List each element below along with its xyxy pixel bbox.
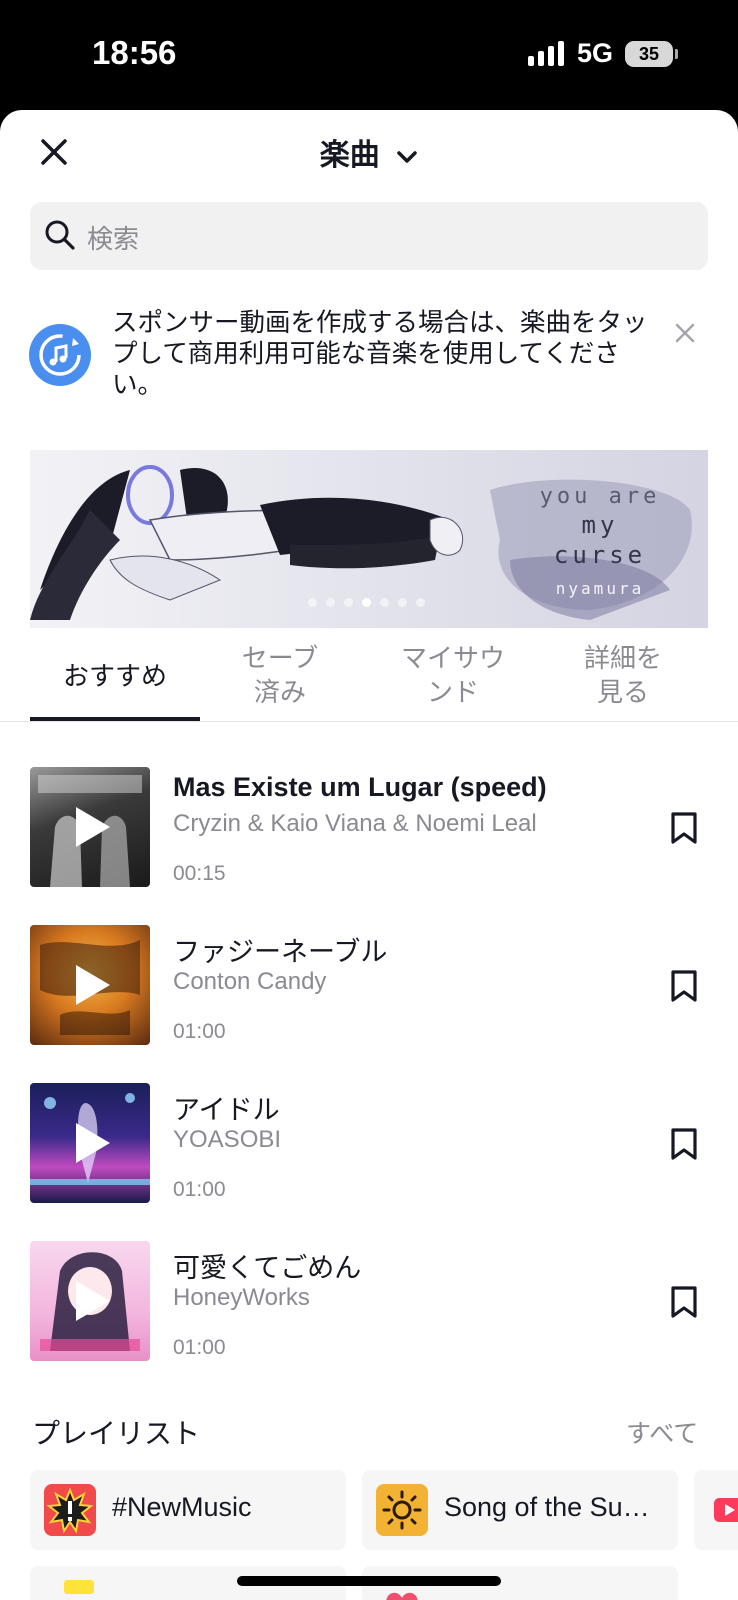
bookmark-icon[interactable] [670, 1285, 698, 1319]
play-icon[interactable] [72, 805, 112, 849]
track-cover[interactable] [30, 767, 150, 887]
signal-strength-icon [528, 40, 564, 66]
tab-my-sounds[interactable]: マイサウ ンド [397, 642, 509, 710]
track-row[interactable]: Mas Existe um Lugar (speed) Cryzin & Kai… [0, 767, 738, 889]
carousel-dot[interactable] [362, 598, 371, 607]
playlists-heading: プレイリスト [32, 1417, 201, 1450]
burst-icon [44, 1484, 96, 1536]
dismiss-notice-icon[interactable] [674, 322, 696, 344]
playlist-card-partial[interactable] [694, 1470, 738, 1550]
track-artist: YOASOBI [173, 1126, 282, 1153]
tab-recommended[interactable]: おすすめ [30, 660, 200, 694]
carousel-indicator [308, 598, 425, 607]
banner-line-3: curse [553, 541, 647, 569]
track-cover[interactable] [30, 925, 150, 1045]
banner-line-2: my [581, 511, 619, 539]
playlist-card[interactable]: Song of the Su… [362, 1470, 678, 1550]
track-duration: 00:15 [173, 862, 226, 885]
tab-active-indicator [30, 717, 200, 721]
battery-tip [675, 49, 678, 59]
playlist-card[interactable]: #NewMusic [30, 1470, 346, 1550]
home-indicator[interactable] [237, 1576, 501, 1586]
play-icon[interactable] [72, 1279, 112, 1323]
network-type: 5G [577, 38, 614, 68]
play-icon[interactable] [72, 1121, 112, 1165]
battery-icon: 35 [625, 41, 673, 67]
new-badge-icon [44, 1580, 96, 1600]
sun-icon [376, 1484, 428, 1536]
carousel-dot[interactable] [398, 598, 407, 607]
carousel-dot[interactable] [326, 598, 335, 607]
track-title: 可愛くてごめん [173, 1253, 362, 1283]
tab-bar: おすすめ セーブ 済み マイサウ ンド 詳細を 見る [0, 638, 738, 722]
track-cover[interactable] [30, 1241, 150, 1361]
bookmark-icon[interactable] [670, 1127, 698, 1161]
bookmark-icon[interactable] [670, 811, 698, 845]
tab-discover[interactable]: 詳細を 見る [576, 642, 670, 710]
chevron-down-icon [397, 150, 417, 163]
search-icon [45, 220, 75, 250]
track-artist: HoneyWorks [173, 1284, 310, 1311]
track-row[interactable]: アイドル YOASOBI 01:00 [0, 1083, 738, 1205]
playlist-title: #NewMusic [112, 1492, 252, 1522]
playlists-see-all[interactable]: すべて [626, 1414, 698, 1450]
carousel-dot[interactable] [416, 598, 425, 607]
carousel-dot[interactable] [308, 598, 317, 607]
playlist-title: Song of the Su… [444, 1492, 650, 1522]
track-row[interactable]: ファジーネーブル Conton Candy 01:00 [0, 925, 738, 1047]
track-title: アイドル [173, 1095, 280, 1125]
search-input[interactable]: 検索 [30, 202, 708, 270]
tab-saved[interactable]: セーブ 済み [232, 642, 328, 710]
partial-playlist-icon [708, 1484, 738, 1536]
track-duration: 01:00 [173, 1178, 226, 1201]
track-artist: Conton Candy [173, 968, 327, 995]
banner-title: you are my curse nyamura [500, 484, 700, 598]
track-cover[interactable] [30, 1083, 150, 1203]
status-time: 18:56 [92, 34, 177, 71]
banner-line-1: you are [539, 484, 661, 509]
page-title: 楽曲 [319, 138, 380, 173]
bookmark-icon[interactable] [670, 969, 698, 1003]
search-placeholder: 検索 [87, 225, 140, 255]
play-icon[interactable] [72, 963, 112, 1007]
track-duration: 01:00 [173, 1336, 226, 1359]
commercial-music-icon [29, 324, 91, 386]
commercial-music-notice: スポンサー動画を作成する場合は、楽曲をタップして商用利用可能な音楽を使用してくだ… [112, 308, 648, 400]
music-sheet: 楽曲 検索 スポンサー動画を作成する場合は、楽曲をタップして商用利用可能な音楽を… [0, 110, 738, 1600]
track-title: Mas Existe um Lugar (speed) [173, 772, 547, 802]
track-row[interactable]: 可愛くてごめん HoneyWorks 01:00 [0, 1241, 738, 1363]
track-duration: 01:00 [173, 1020, 226, 1043]
carousel-dot[interactable] [344, 598, 353, 607]
battery-level: 35 [638, 44, 660, 64]
music-category-dropdown[interactable]: 楽曲 [0, 130, 738, 174]
track-title: ファジーネーブル [173, 937, 388, 967]
banner-credit: nyamura [555, 579, 645, 598]
featured-banner[interactable]: you are my curse nyamura [30, 450, 708, 628]
track-artist: Cryzin & Kaio Viana & Noemi Leal [173, 810, 537, 837]
status-bar: 18:56 5G 35 [0, 0, 738, 110]
carousel-dot[interactable] [380, 598, 389, 607]
